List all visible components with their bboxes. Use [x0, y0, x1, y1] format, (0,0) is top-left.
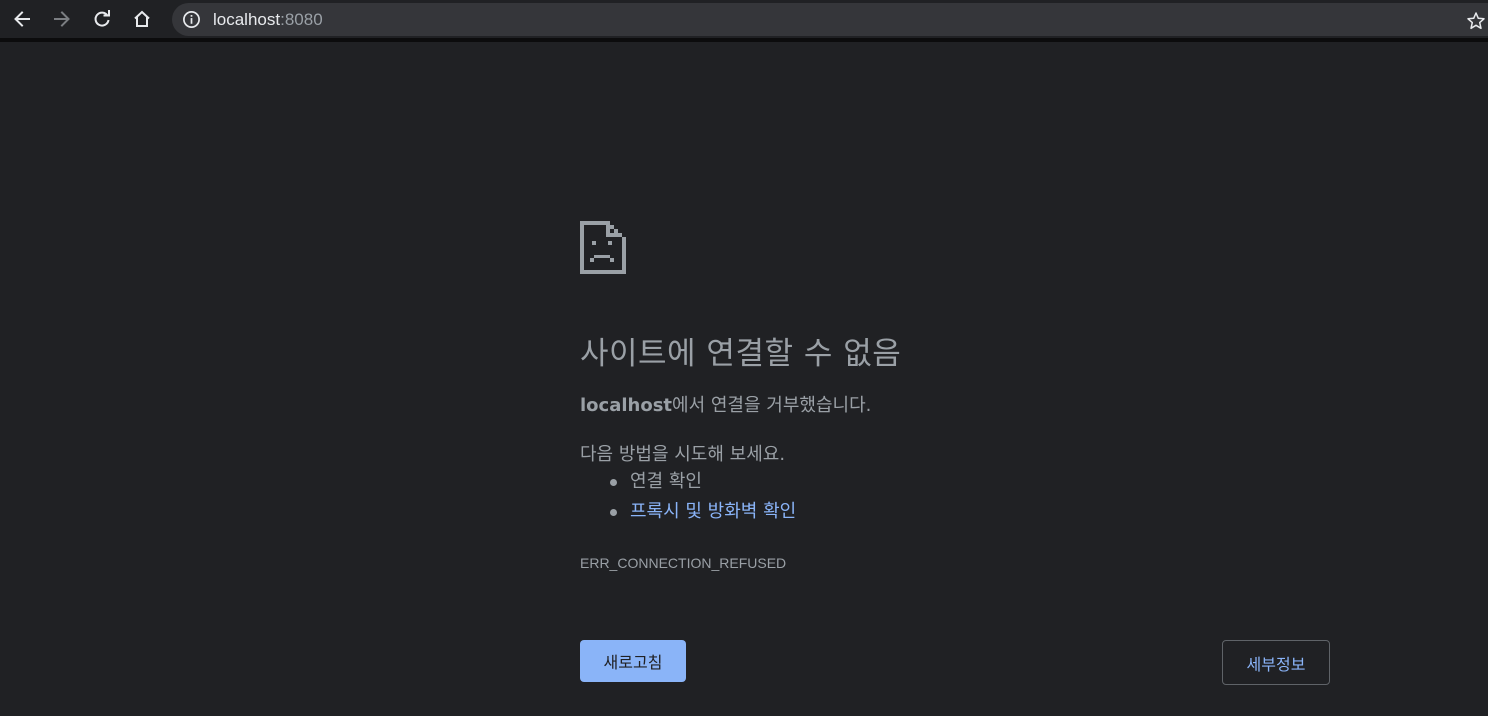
- bullet: [610, 509, 617, 516]
- proxy-firewall-link[interactable]: 프록시 및 방화벽 확인: [630, 501, 796, 522]
- error-message-text: 에서 연결을 거부했습니다.: [672, 395, 872, 416]
- suggestion-item-proxy-firewall[interactable]: 프록시 및 방화벽 확인: [580, 499, 796, 529]
- suggestion-label: 연결 확인: [630, 471, 702, 492]
- suggestion-item-check-connection: 연결 확인: [580, 469, 796, 499]
- url-text[interactable]: localhost:8080: [213, 11, 323, 29]
- suggestions-heading: 다음 방법을 시도해 보세요.: [580, 444, 786, 465]
- url-host: localhost: [213, 10, 281, 29]
- home-button[interactable]: [127, 4, 157, 34]
- arrow-left-icon: [14, 11, 30, 27]
- details-button[interactable]: 세부정보: [1222, 640, 1330, 685]
- url-port: :8080: [280, 10, 323, 29]
- toolbar-divider: [0, 38, 1488, 42]
- arrow-right-icon: [54, 11, 70, 27]
- reload-page-button[interactable]: 새로고침: [580, 640, 686, 682]
- sad-page-icon: [580, 221, 626, 274]
- address-bar[interactable]: localhost:8080: [172, 3, 1488, 36]
- error-host: localhost: [580, 395, 673, 416]
- star-icon[interactable]: [1466, 11, 1486, 31]
- reload-icon: [94, 10, 110, 27]
- info-icon[interactable]: [182, 10, 201, 29]
- bullet: [610, 479, 617, 486]
- home-icon: [134, 10, 150, 27]
- forward-button[interactable]: [47, 4, 77, 34]
- browser-toolbar: localhost:8080: [0, 0, 1488, 42]
- error-code: ERR_CONNECTION_REFUSED: [580, 555, 787, 571]
- back-button[interactable]: [7, 4, 37, 34]
- suggestions-list: 연결 확인 프록시 및 방화벽 확인: [580, 469, 796, 529]
- error-message: localhost에서 연결을 거부했습니다.: [580, 391, 871, 417]
- error-title: 사이트에 연결할 수 없음: [580, 336, 902, 372]
- reload-button[interactable]: [87, 4, 117, 34]
